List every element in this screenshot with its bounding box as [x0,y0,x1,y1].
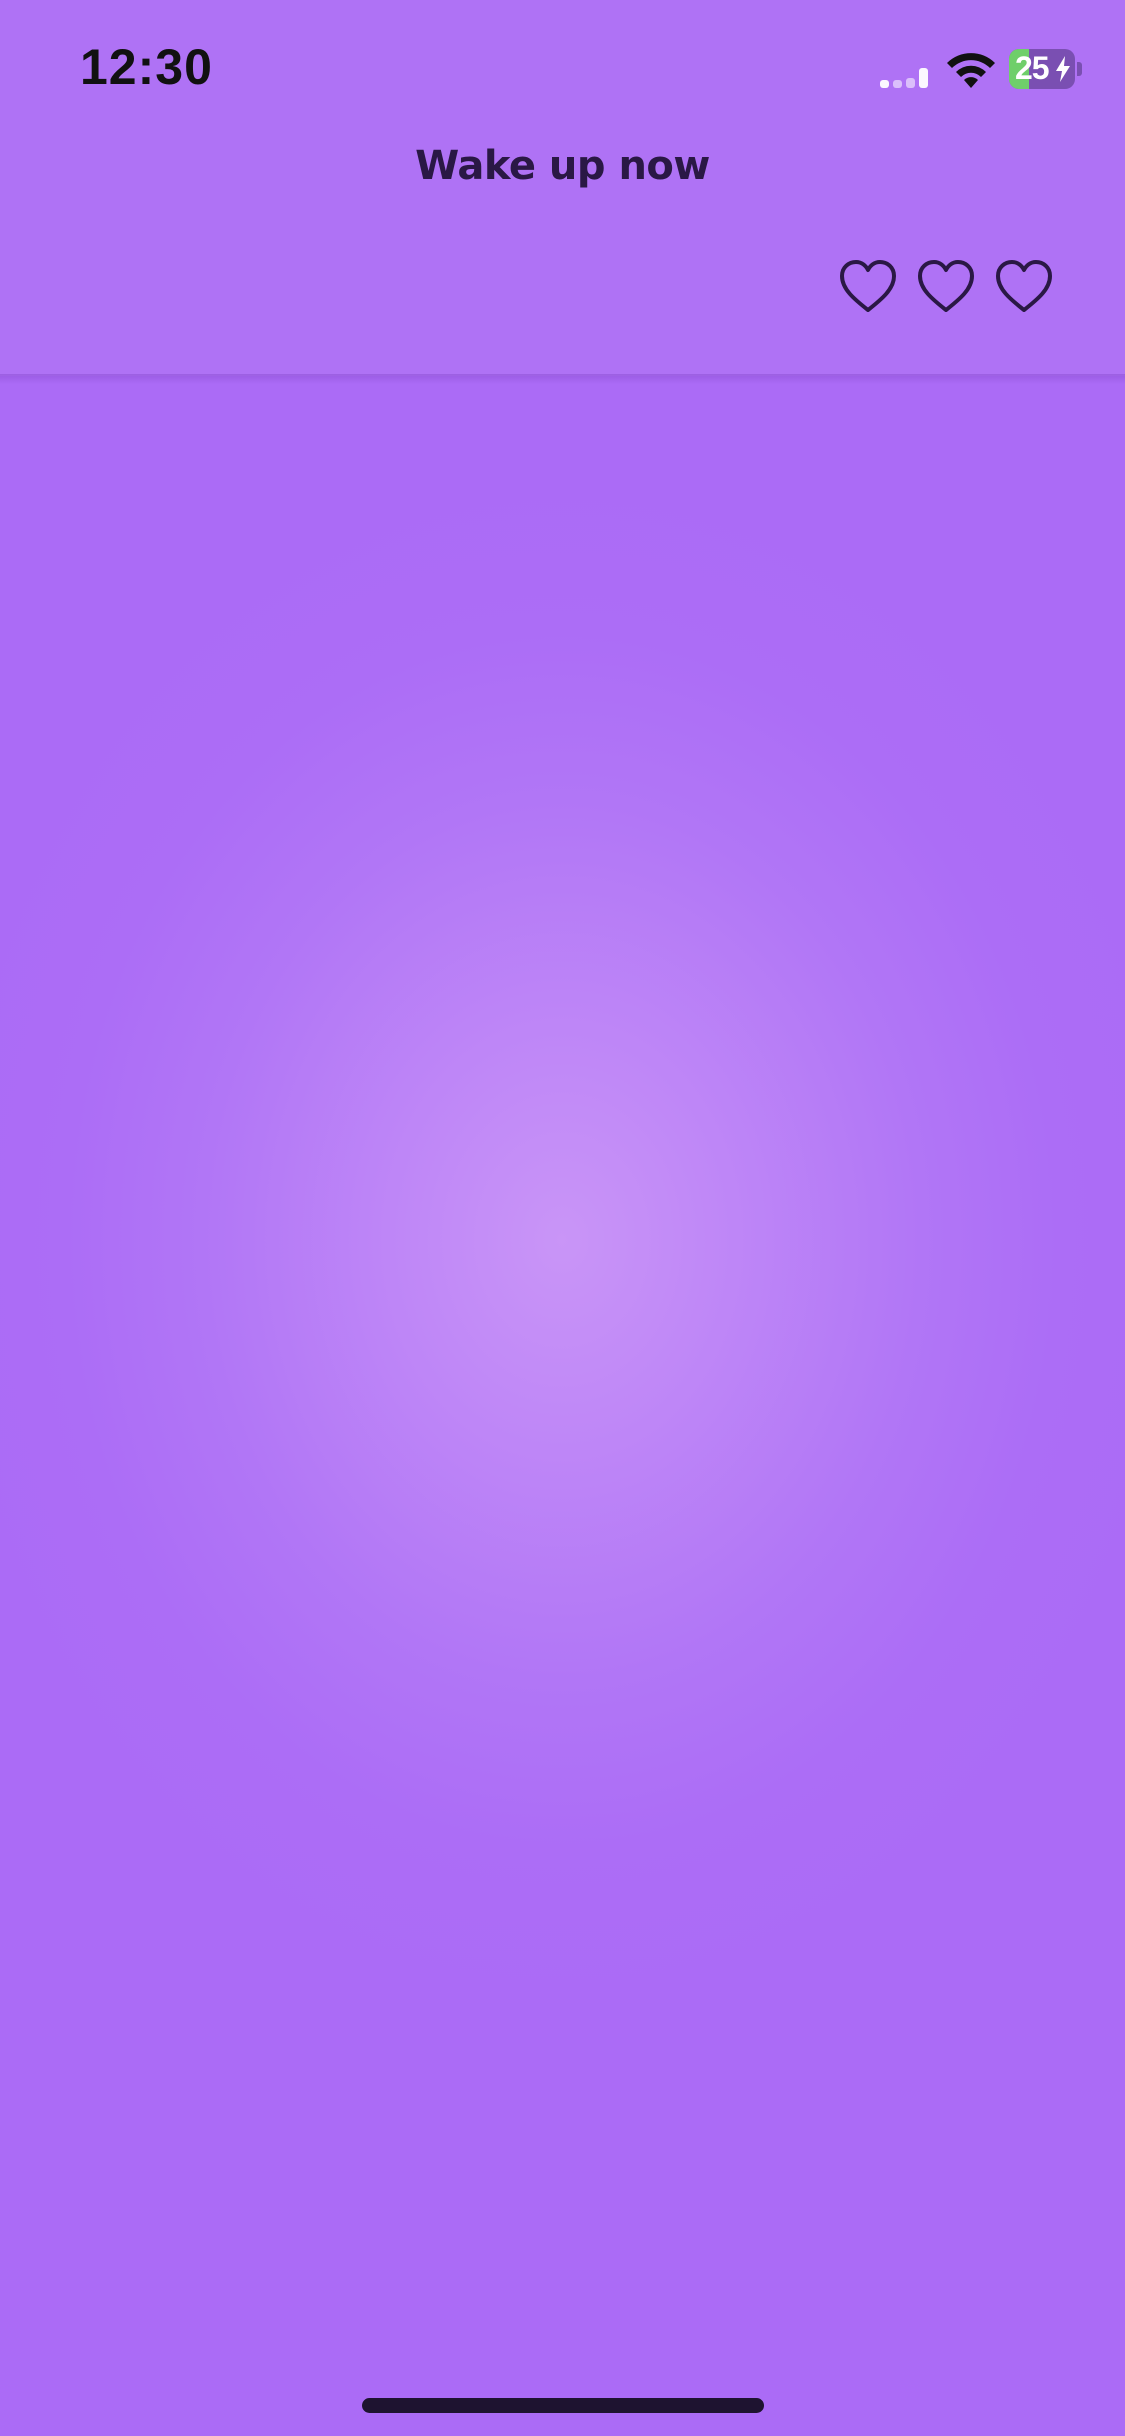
cellular-signal-icon [880,66,934,88]
home-indicator[interactable] [362,2398,764,2413]
battery-level: 25 [1015,50,1050,86]
battery-nub [1077,62,1082,76]
screen: 12:30 25 Wake up now [0,0,1125,2436]
heart-outline-icon [840,260,896,312]
wifi-icon [947,53,995,88]
battery-icon: 25 [1009,49,1075,89]
heart-outline-icon [918,260,974,312]
bolt-icon [1056,56,1070,82]
page-title: Wake up now [415,143,710,189]
header-divider [0,374,1125,384]
status-time: 12:30 [80,39,213,95]
heart-outline-icon [996,260,1052,312]
lives-hearts [838,258,1058,318]
